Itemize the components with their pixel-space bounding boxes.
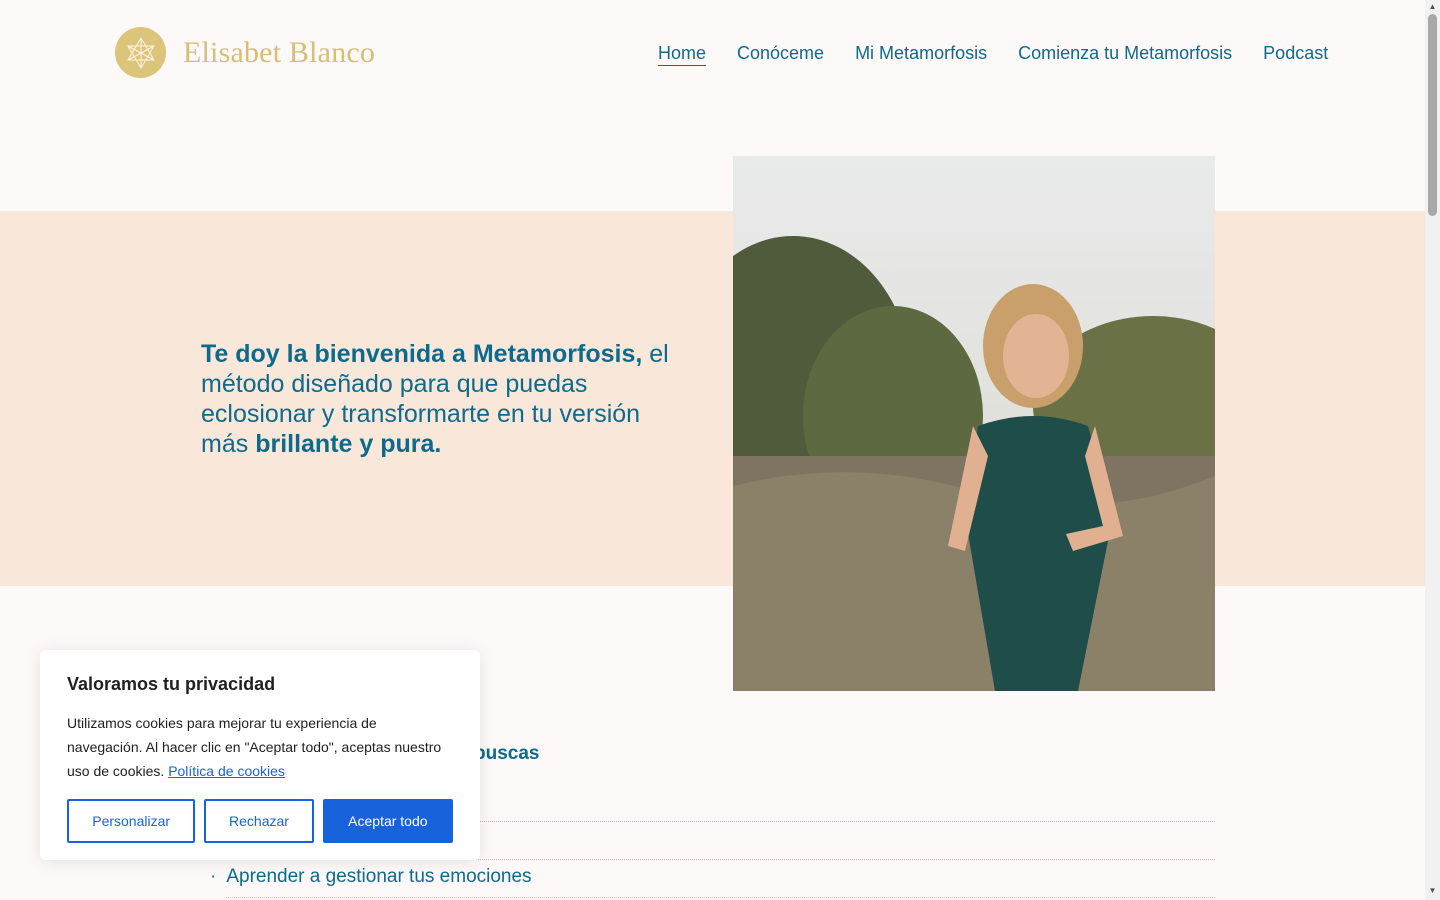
nav-mi-metamorfosis[interactable]: Mi Metamorfosis [855, 40, 987, 66]
cookie-buttons: Personalizar Rechazar Aceptar todo [67, 799, 453, 843]
scroll-up-arrow-icon[interactable]: ▲ [1428, 2, 1437, 12]
nav-comienza-metamorfosis[interactable]: Comienza tu Metamorfosis [1018, 40, 1232, 66]
bullet-dot-icon: · [210, 866, 217, 887]
reject-button[interactable]: Rechazar [204, 799, 314, 843]
customize-button[interactable]: Personalizar [67, 799, 196, 843]
section-heading-partial: buscas [474, 743, 540, 764]
hero-text: Te doy la bienvenida a Metamorfosis, el … [201, 339, 671, 459]
hero-bold-intro: Te doy la bienvenida a Metamorfosis, [201, 340, 643, 368]
logo-text: Elisabet Blanco [183, 35, 376, 69]
hero-portrait-photo [733, 156, 1215, 691]
nav-podcast[interactable]: Podcast [1263, 40, 1328, 66]
list-item-text: Aprender a gestionar tus emociones [226, 866, 532, 887]
cookie-consent-banner: Valoramos tu privacidad Utilizamos cooki… [40, 650, 480, 860]
site-logo[interactable]: Elisabet Blanco [115, 27, 375, 78]
star-of-david-logo-icon [115, 27, 166, 78]
cookie-policy-link[interactable]: Política de cookies [168, 763, 285, 779]
main-nav: Home Conóceme Mi Metamorfosis Comienza t… [658, 40, 1328, 66]
hero-bold-end: brillante y pura. [255, 430, 442, 458]
list-item: · Aprender a gestionar tus emociones [210, 866, 532, 888]
site-header: Elisabet Blanco Home Conóceme Mi Metamor… [0, 0, 1425, 105]
list-divider [226, 897, 1215, 898]
scrollbar-thumb[interactable] [1428, 14, 1437, 216]
scroll-down-arrow-icon[interactable]: ▼ [1428, 886, 1437, 896]
nav-conoceme[interactable]: Conóceme [737, 40, 824, 66]
cookie-title: Valoramos tu privacidad [67, 674, 276, 694]
page-scrollbar[interactable]: ▲ ▼ [1425, 0, 1440, 900]
accept-all-button[interactable]: Aceptar todo [322, 799, 453, 843]
cookie-text: Utilizamos cookies para mejorar tu exper… [67, 711, 453, 783]
nav-home[interactable]: Home [658, 40, 706, 66]
